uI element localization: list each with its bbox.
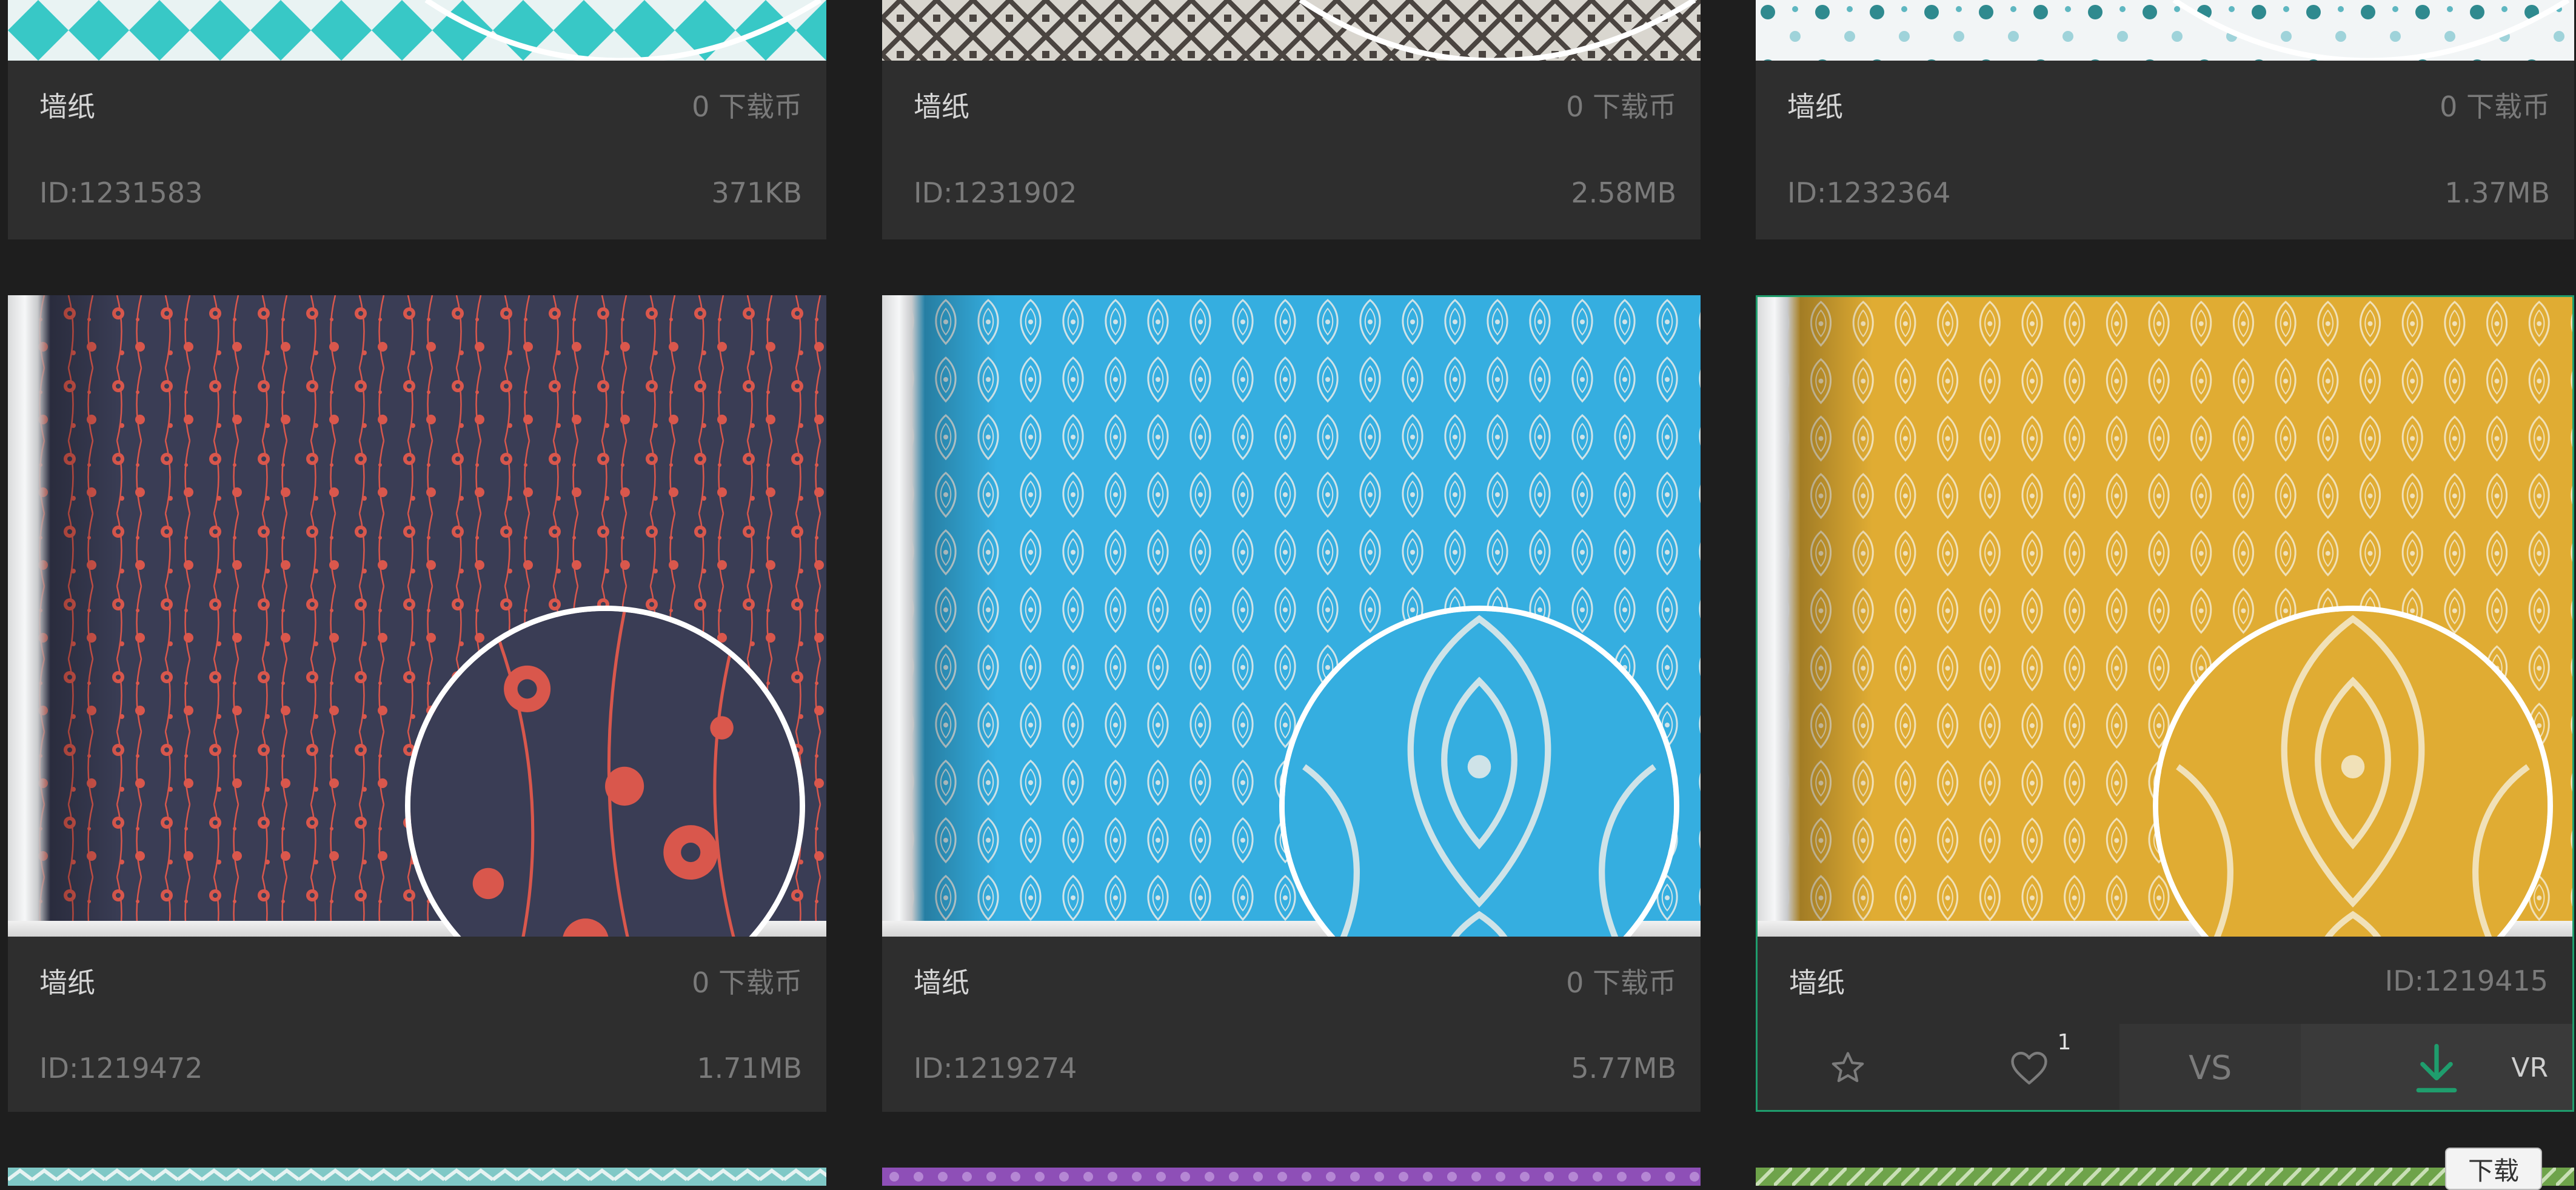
wall-panel-trim (882, 295, 925, 937)
card-id: ID:1231902 (914, 176, 1077, 209)
download-tooltip: 下载 (2445, 1148, 2542, 1190)
download-coins: 0 下载币 (1566, 966, 1676, 999)
card-info-row: 墙纸 0 下载币 (8, 937, 826, 1025)
wallpaper-thumbnail[interactable] (882, 0, 1701, 61)
wallpaper-thumbnail[interactable] (8, 295, 826, 937)
file-size: 5.77MB (1571, 1051, 1676, 1085)
download-button[interactable]: VR (2301, 1024, 2572, 1110)
heart-outline-icon (2011, 1051, 2047, 1085)
file-size: 371KB (711, 176, 802, 209)
wall-shadow (925, 295, 997, 937)
card-meta-row: ID:1219274 5.77MB (882, 1024, 1701, 1112)
card-meta-row: ID:1219472 1.71MB (8, 1024, 826, 1112)
file-size: 2.58MB (1571, 176, 1676, 209)
like-button[interactable]: 1 (1939, 1024, 2120, 1110)
download-coins: 0 下载币 (692, 90, 802, 123)
download-arrow-icon (2416, 1043, 2457, 1092)
wall-shadow (1800, 297, 1873, 937)
compare-label: VS (2189, 1049, 2232, 1087)
wallpaper-card[interactable]: 墙纸 0 下载币 ID:1231583 371KB (8, 0, 826, 239)
like-count: 1 (2057, 1030, 2072, 1055)
card-info-row: 墙纸 0 下载币 (882, 61, 1701, 149)
wallpaper-thumbnail[interactable] (8, 0, 826, 61)
star-outline-icon (1832, 1051, 1864, 1082)
pattern-geometric-grey (882, 0, 1701, 61)
card-title[interactable]: 墙纸 (1787, 85, 1843, 125)
wallpaper-card[interactable]: 墙纸 0 下载币 ID:1231902 2.58MB (882, 0, 1701, 239)
download-coins: 0 下载币 (2440, 90, 2550, 123)
pattern-floral-white (1756, 0, 2574, 61)
card-title[interactable]: 墙纸 (914, 85, 969, 125)
vr-label[interactable]: VR (2511, 1052, 2548, 1083)
wallpaper-card[interactable] (882, 1168, 1701, 1186)
download-coins: 0 下载币 (1566, 90, 1676, 123)
pattern-diamond-teal (8, 0, 826, 61)
download-coins: 0 下载币 (692, 966, 802, 999)
card-action-bar: 1 VS VR (1758, 1024, 2572, 1110)
favorite-button[interactable] (1758, 1024, 1939, 1110)
wallpaper-thumbnail[interactable] (1758, 297, 2572, 937)
card-title[interactable]: 墙纸 (39, 85, 95, 125)
wallpaper-thumbnail[interactable] (1756, 0, 2574, 61)
card-info-row: 墙纸 0 下载币 (8, 61, 826, 149)
card-meta-row: ID:1231583 371KB (8, 149, 826, 236)
card-id: ID:1219472 (39, 1051, 203, 1085)
wallpaper-thumbnail[interactable] (882, 295, 1701, 937)
card-title[interactable]: 墙纸 (1789, 961, 1845, 1001)
wallpaper-card-selected[interactable]: 墙纸 ID:1219415 1 VS VR (1756, 295, 2574, 1112)
wallpaper-card[interactable]: 墙纸 0 下载币 ID:1219472 1.71MB (8, 295, 826, 1112)
card-meta-row: ID:1232364 1.37MB (1756, 149, 2574, 236)
wall-shadow (50, 295, 123, 937)
card-meta-row: ID:1231902 2.58MB (882, 149, 1701, 236)
pattern-purple (882, 1168, 1701, 1186)
wallpaper-card[interactable]: 墙纸 0 下载币 ID:1232364 1.37MB (1756, 0, 2574, 239)
card-title[interactable]: 墙纸 (914, 961, 969, 1001)
file-size: 1.37MB (2444, 176, 2550, 209)
file-size: 1.71MB (697, 1051, 802, 1085)
pattern-chevron-teal (8, 1168, 826, 1186)
compare-button[interactable]: VS (2119, 1024, 2301, 1110)
wallpaper-card[interactable]: 墙纸 0 下载币 ID:1219274 5.77MB (882, 295, 1701, 1112)
card-info-row: 墙纸 0 下载币 (1756, 61, 2574, 149)
wallpaper-card[interactable] (8, 1168, 826, 1186)
wall-panel-trim (1758, 297, 1800, 937)
card-id: ID:1219274 (914, 1051, 1077, 1085)
card-info-row: 墙纸 ID:1219415 (1758, 937, 2572, 1025)
card-id: ID:1232364 (1787, 176, 1951, 209)
card-id: ID:1231583 (39, 176, 203, 209)
wall-panel-trim (8, 295, 50, 937)
card-title[interactable]: 墙纸 (39, 961, 95, 1001)
card-info-row: 墙纸 0 下载币 (882, 937, 1701, 1025)
card-id: ID:1219415 (2384, 964, 2548, 997)
